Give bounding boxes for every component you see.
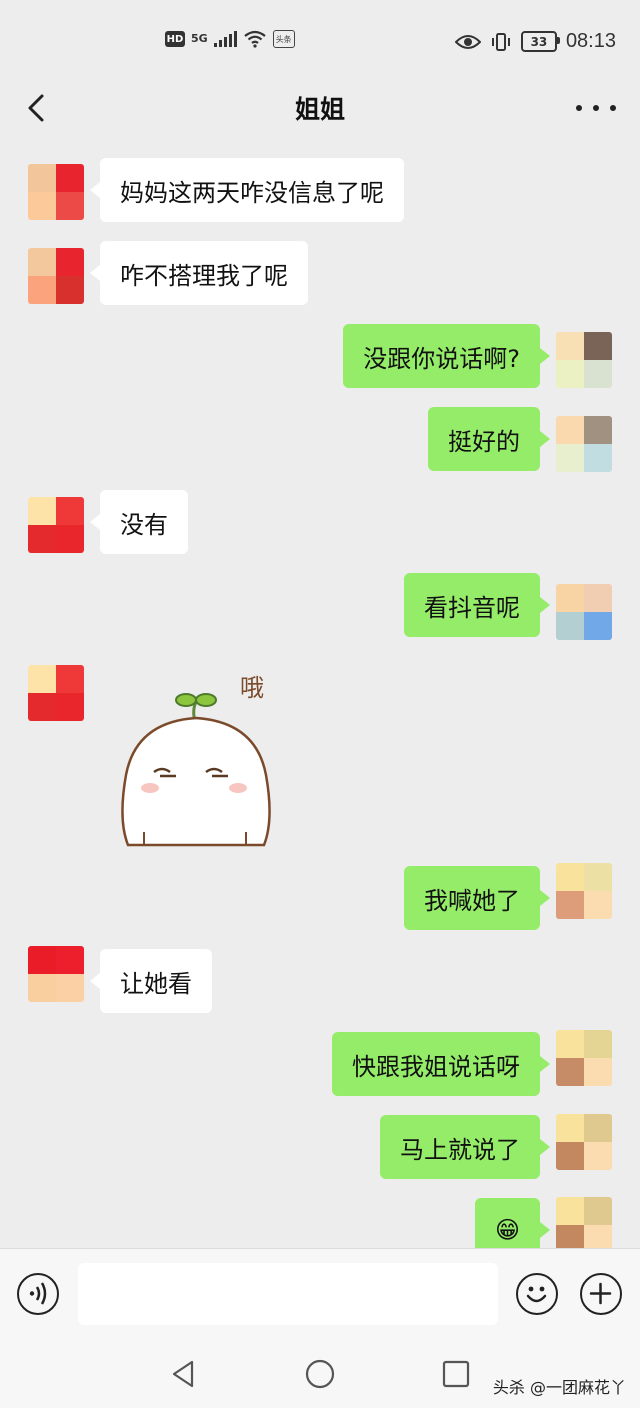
more-button[interactable] <box>576 92 616 124</box>
square-recents-icon <box>442 1360 470 1388</box>
nav-recents-button[interactable] <box>438 1356 474 1392</box>
more-functions-button[interactable] <box>580 1273 622 1315</box>
message-bubble-incoming[interactable]: 妈妈这两天咋没信息了呢 <box>90 158 404 222</box>
sprout-bun-sticker-icon <box>121 693 271 847</box>
more-dots-icon <box>576 105 582 111</box>
voice-icon <box>29 1282 47 1305</box>
voice-button[interactable] <box>17 1273 59 1315</box>
contact-avatar[interactable] <box>28 497 84 553</box>
message-bubble-outgoing[interactable]: 没跟你说话啊? <box>343 324 550 388</box>
status-right: 33 08:13 <box>454 30 616 53</box>
message-bubble-outgoing[interactable]: 看抖音呢 <box>404 573 550 637</box>
wifi-icon <box>244 30 266 48</box>
message-bubble-outgoing[interactable]: 我喊她了 <box>404 866 550 930</box>
my-avatar[interactable] <box>556 416 612 472</box>
network-type-label: 5G <box>191 32 208 45</box>
message-bubble-incoming[interactable]: 咋不搭理我了呢 <box>90 241 308 305</box>
message-list[interactable]: 妈妈这两天咋没信息了呢 咋不搭理我了呢 没跟你说话啊? 挺好的 没有 看抖音呢 … <box>0 140 640 1248</box>
hd-icon: HD <box>165 31 185 47</box>
message-bubble-incoming[interactable]: 让她看 <box>90 949 212 1013</box>
sticker-caption: 哦 <box>240 674 264 702</box>
message-bubble-outgoing[interactable]: 挺好的 <box>428 407 550 471</box>
input-bar <box>0 1248 640 1341</box>
nav-back-button[interactable] <box>166 1356 202 1392</box>
contact-avatar[interactable] <box>28 946 84 1002</box>
contact-avatar[interactable] <box>28 164 84 220</box>
battery-icon: 33 <box>520 31 560 52</box>
signal-icon <box>213 31 237 47</box>
message-bubble-outgoing[interactable]: 快跟我姐说话呀 <box>332 1032 550 1096</box>
emoji-button[interactable] <box>516 1273 558 1315</box>
plus-icon <box>589 1282 612 1305</box>
eye-icon <box>454 34 481 49</box>
message-bubble-incoming[interactable]: 没有 <box>90 490 188 554</box>
contact-avatar[interactable] <box>28 248 84 304</box>
message-bubble-outgoing[interactable]: 马上就说了 <box>380 1115 550 1179</box>
smiley-icon <box>526 1286 547 1303</box>
app-notification-icon: 头条 <box>272 30 295 48</box>
system-nav-bar: 头杀 @一团麻花丫 <box>0 1340 640 1408</box>
vibrate-icon <box>491 32 510 51</box>
message-input[interactable] <box>78 1263 498 1325</box>
status-bar: HD 5G 头条 33 08:13 <box>0 0 640 90</box>
status-left: HD 5G 头条 <box>165 30 295 48</box>
my-avatar[interactable] <box>556 1114 612 1170</box>
triangle-back-icon <box>172 1360 194 1388</box>
my-avatar[interactable] <box>556 863 612 919</box>
circle-home-icon <box>305 1359 335 1389</box>
status-time: 08:13 <box>565 30 616 52</box>
nav-home-button[interactable] <box>302 1356 338 1392</box>
my-avatar[interactable] <box>556 332 612 388</box>
my-avatar[interactable] <box>556 584 612 640</box>
message-bubble-outgoing[interactable]: 😁 <box>474 1198 551 1248</box>
my-avatar[interactable] <box>556 1197 612 1248</box>
chat-header: 姐姐 <box>0 78 640 138</box>
contact-avatar[interactable] <box>28 665 84 721</box>
chat-title: 姐姐 <box>294 95 345 124</box>
sticker-message[interactable]: 哦 <box>100 660 300 850</box>
my-avatar[interactable] <box>556 1030 612 1086</box>
watermark-text: 头杀 @一团麻花丫 <box>492 1378 626 1397</box>
